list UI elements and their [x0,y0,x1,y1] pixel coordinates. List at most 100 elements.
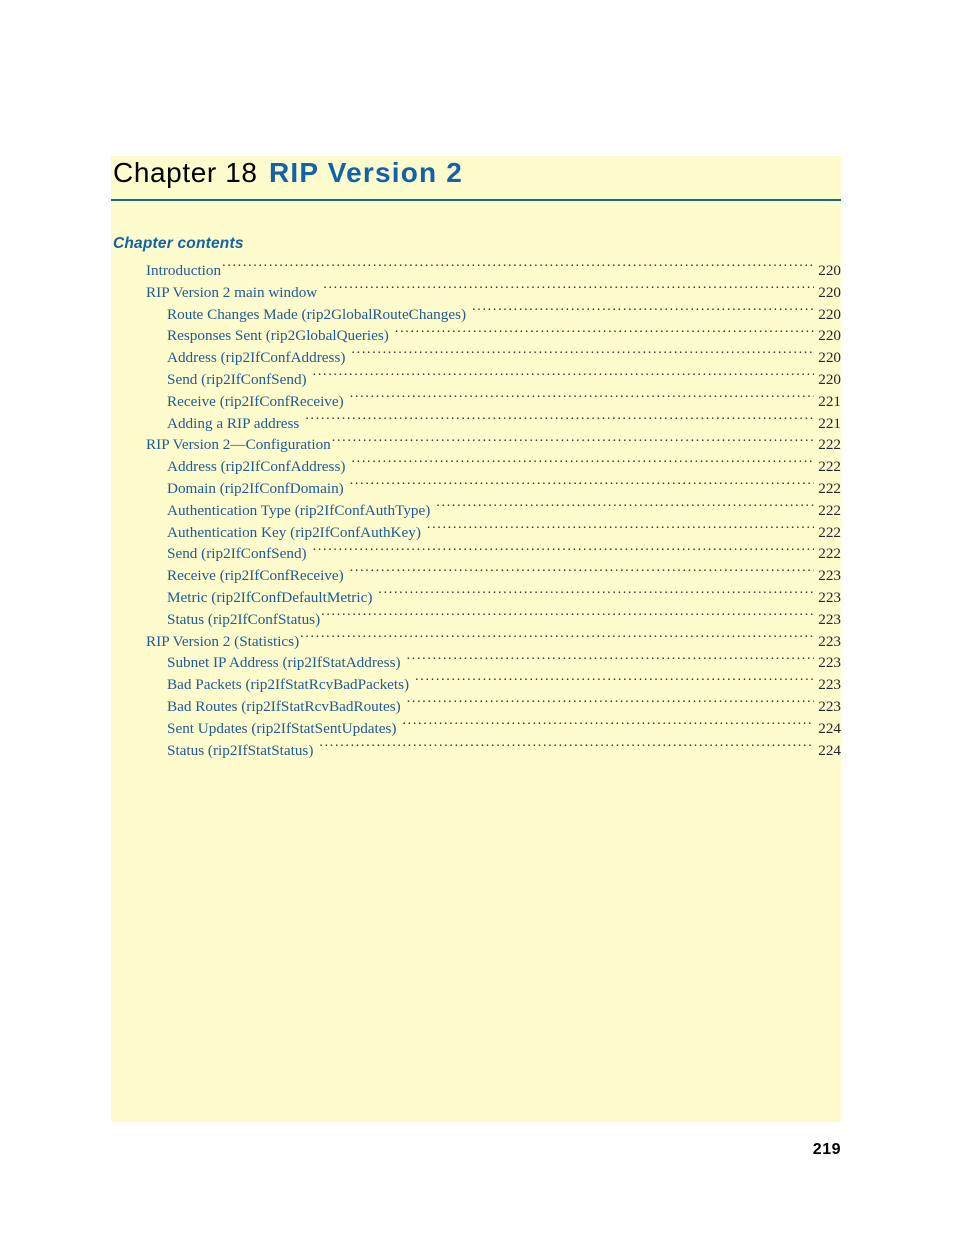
toc-dot-leader [323,282,814,297]
chapter-title: Chapter 18 RIP Version 2 [111,156,841,200]
toc-dot-leader [300,631,814,646]
toc-entry-label: Send (rip2IfConfSend) [167,545,307,563]
toc-entry-label: Status (rip2IfStatStatus) [167,741,314,759]
chapter-title-text: RIP Version 2 [269,157,464,188]
table-of-contents: Introduction220RIP Version 2 main window… [111,260,841,761]
toc-entry-page-number: 220 [818,327,841,345]
toc-entry-page-number: 224 [818,719,841,737]
toc-dot-leader [415,674,814,689]
toc-entry-label: Address (rip2IfConfAddress) [167,458,346,476]
toc-entry-page-number: 220 [818,305,841,323]
toc-entry-page-number: 221 [818,414,841,432]
toc-dot-leader [321,609,814,624]
toc-entry-label: Subnet IP Address (rip2IfStatAddress) [167,654,401,672]
toc-dot-leader [350,391,814,406]
toc-entry[interactable]: RIP Version 2—Configuration 222 [111,434,841,456]
toc-entry[interactable]: RIP Version 2 main window 220 [111,282,841,304]
toc-entry-page-number: 220 [818,262,841,279]
toc-entry-page-number: 223 [818,654,841,672]
page-folio: 219 [812,1141,841,1158]
chapter-content-panel: Chapter 18 RIP Version 2 Chapter content… [111,156,841,1122]
toc-entry[interactable]: Bad Packets (rip2IfStatRcvBadPackets) 223 [111,674,841,696]
toc-entry-page-number: 222 [818,458,841,476]
toc-entry-label: Address (rip2IfConfAddress) [167,349,346,367]
toc-entry[interactable]: Adding a RIP address 221 [111,413,841,435]
toc-entry-page-number: 222 [818,545,841,563]
toc-entry[interactable]: Send (rip2IfConfSend) 220 [111,369,841,391]
toc-entry-label: Route Changes Made (rip2GlobalRouteChang… [167,305,467,323]
toc-entry-label: Status (rip2IfConfStatus) [167,610,321,628]
toc-entry[interactable]: Domain (rip2IfConfDomain) 222 [111,478,841,500]
toc-entry-page-number: 224 [818,741,841,759]
toc-entry[interactable]: Subnet IP Address (rip2IfStatAddress) 223 [111,652,841,674]
toc-dot-leader [351,456,814,471]
toc-entry-page-number: 222 [818,523,841,541]
toc-dot-leader [402,718,814,733]
toc-entry-label: Authentication Type (rip2IfConfAuthType) [167,501,431,519]
toc-entry-page-number: 220 [818,370,841,388]
toc-dot-leader [332,434,814,449]
toc-entry-label: Bad Packets (rip2IfStatRcvBadPackets) [167,676,410,694]
toc-entry-label: Adding a RIP address [167,414,300,432]
toc-dot-leader [436,500,814,515]
toc-dot-leader [313,369,814,384]
toc-entry-label: RIP Version 2 (Statistics) [146,632,300,650]
toc-entry-page-number: 220 [818,349,841,367]
toc-entry-label: Receive (rip2IfConfReceive) [167,567,344,585]
toc-entry-label: RIP Version 2—Configuration [146,436,331,454]
toc-dot-leader [350,478,814,493]
toc-dot-leader [427,522,814,537]
toc-entry-page-number: 223 [818,610,841,628]
title-divider-rule [111,199,841,201]
toc-entry[interactable]: Receive (rip2IfConfReceive) 221 [111,391,841,413]
toc-dot-leader [407,652,814,667]
toc-dot-leader [313,543,814,558]
toc-entry-page-number: 223 [818,588,841,606]
toc-entry-label: Bad Routes (rip2IfStatRcvBadRoutes) [167,697,401,715]
toc-entry[interactable]: Authentication Type (rip2IfConfAuthType)… [111,500,841,522]
toc-entry-label: Authentication Key (rip2IfConfAuthKey) [167,523,421,541]
toc-entry-page-number: 221 [818,392,841,410]
toc-dot-leader [319,740,814,755]
toc-entry[interactable]: Status (rip2IfStatStatus) 224 [111,740,841,762]
toc-entry[interactable]: Authentication Key (rip2IfConfAuthKey) 22… [111,522,841,544]
toc-entry-label: Responses Sent (rip2GlobalQueries) [167,327,389,345]
chapter-contents-heading: Chapter contents [113,235,244,252]
toc-entry-label: Domain (rip2IfConfDomain) [167,479,344,497]
toc-dot-leader [472,304,814,319]
toc-entry-page-number: 223 [818,567,841,585]
toc-entry[interactable]: Receive (rip2IfConfReceive) 223 [111,565,841,587]
toc-dot-leader [407,696,814,711]
toc-entry-page-number: 222 [818,436,841,454]
toc-entry-label: Sent Updates (rip2IfStatSentUpdates) [167,719,397,737]
toc-dot-leader [222,260,814,275]
toc-entry-label: Introduction [146,262,222,279]
toc-entry[interactable]: RIP Version 2 (Statistics) 223 [111,631,841,653]
toc-entry[interactable]: Bad Routes (rip2IfStatRcvBadRoutes) 223 [111,696,841,718]
toc-entry-label: Send (rip2IfConfSend) [167,370,307,388]
toc-dot-leader [351,347,814,362]
toc-entry-page-number: 222 [818,479,841,497]
toc-entry-label: Metric (rip2IfConfDefaultMetric) [167,588,373,606]
toc-entry[interactable]: Introduction 220 [111,260,841,282]
toc-entry[interactable]: Route Changes Made (rip2GlobalRouteChang… [111,304,841,326]
toc-dot-leader [305,413,814,428]
toc-entry[interactable]: Sent Updates (rip2IfStatSentUpdates) 224 [111,718,841,740]
chapter-number-label: Chapter 18 [113,157,258,188]
toc-dot-leader [350,565,814,580]
toc-entry-page-number: 223 [818,632,841,650]
toc-entry-page-number: 220 [818,283,841,301]
toc-entry[interactable]: Address (rip2IfConfAddress) 222 [111,456,841,478]
toc-entry[interactable]: Responses Sent (rip2GlobalQueries) 220 [111,325,841,347]
toc-dot-leader [395,325,814,340]
toc-entry-page-number: 222 [818,501,841,519]
toc-entry[interactable]: Address (rip2IfConfAddress) 220 [111,347,841,369]
toc-dot-leader [378,587,814,602]
toc-entry-label: RIP Version 2 main window [146,283,318,301]
toc-entry-page-number: 223 [818,676,841,694]
toc-entry-page-number: 223 [818,697,841,715]
toc-entry-label: Receive (rip2IfConfReceive) [167,392,344,410]
toc-entry[interactable]: Send (rip2IfConfSend) 222 [111,543,841,565]
toc-entry[interactable]: Status (rip2IfConfStatus) 223 [111,609,841,631]
toc-entry[interactable]: Metric (rip2IfConfDefaultMetric) 223 [111,587,841,609]
